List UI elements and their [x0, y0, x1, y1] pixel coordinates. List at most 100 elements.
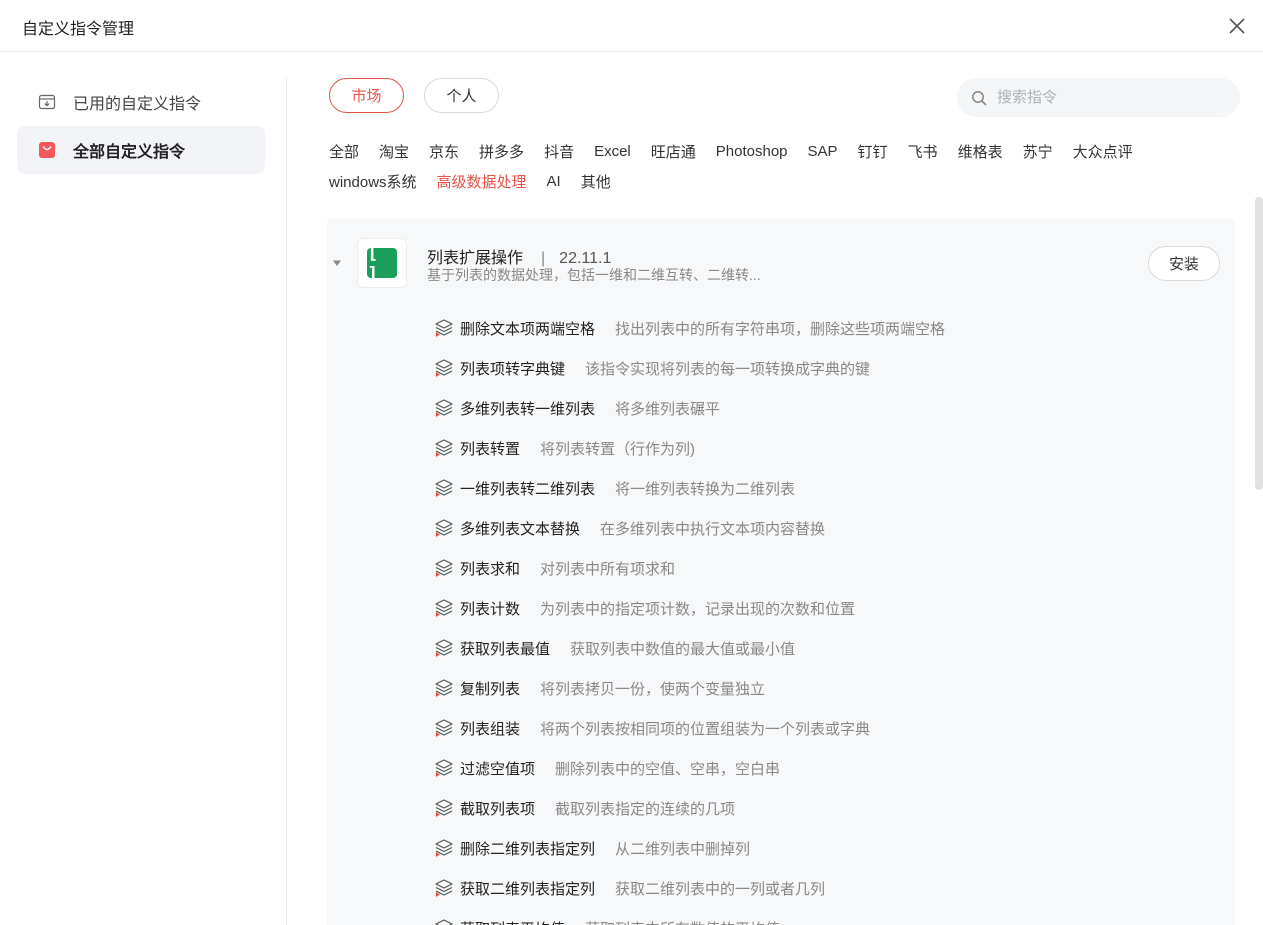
layers-icon: [435, 879, 453, 897]
category-tab[interactable]: Excel: [594, 143, 631, 160]
search-input[interactable]: [997, 89, 1217, 106]
command-description: 在多维列表中执行文本项内容替换: [600, 520, 826, 538]
command-description: 将一维列表转换为二维列表: [615, 480, 796, 498]
layers-icon: [435, 799, 453, 817]
layers-icon: [435, 519, 453, 537]
command-item[interactable]: 获取二维列表指定列 获取二维列表中的一列或者几列: [433, 868, 1233, 908]
category-tab[interactable]: 抖音: [544, 141, 574, 162]
window-title: 自定义指令管理: [22, 21, 135, 38]
layers-icon: [435, 759, 453, 777]
command-description: 将列表转置（行作为列): [540, 440, 696, 458]
layers-icon: [435, 719, 453, 737]
category-tab[interactable]: 大众点评: [1073, 141, 1133, 162]
install-button[interactable]: 安装: [1148, 246, 1220, 281]
command-name: 截取列表项: [460, 800, 536, 818]
sidebar-item-all-commands[interactable]: 全部自定义指令: [17, 126, 265, 174]
command-item[interactable]: 列表转置 将列表转置（行作为列): [433, 428, 1233, 468]
command-description: 将多维列表碾平: [615, 400, 721, 418]
package-panel: [ ] 列表扩展操作 | 22.11.1 基于列表的数据处理，包括一维和二维互转、二…: [327, 218, 1235, 925]
command-item[interactable]: 过滤空值项 删除列表中的空值、空串，空白串: [433, 748, 1233, 788]
category-tab[interactable]: 其他: [581, 171, 611, 192]
category-tab[interactable]: 飞书: [908, 141, 938, 162]
layers-icon: [435, 319, 453, 337]
package-description: 基于列表的数据处理，包括一维和二维互转、二维转...: [427, 267, 761, 283]
layers-icon: [435, 439, 453, 457]
command-name: 获取二维列表指定列: [460, 880, 596, 898]
category-row: windows系统 高级数据处理 AI 其他: [329, 166, 1189, 196]
search-icon: [972, 90, 987, 105]
command-name: 列表组装: [460, 720, 521, 738]
sidebar-item-used-commands[interactable]: 已用的自定义指令: [17, 78, 265, 126]
command-item[interactable]: 删除二维列表指定列 从二维列表中删掉列: [433, 828, 1233, 868]
layers-icon: [435, 639, 453, 657]
package-logo: [ ]: [357, 238, 407, 288]
search-box: [957, 78, 1240, 117]
command-name: 多维列表转一维列表: [460, 400, 596, 418]
command-description: 获取二维列表中的一列或者几列: [615, 880, 826, 898]
command-description: 找出列表中的所有字符串项，删除这些项两端空格: [615, 320, 946, 338]
scrollbar-thumb[interactable]: [1255, 197, 1263, 490]
command-item[interactable]: 删除文本项两端空格 找出列表中的所有字符串项，删除这些项两端空格: [433, 308, 1233, 348]
command-item[interactable]: 一维列表转二维列表 将一维列表转换为二维列表: [433, 468, 1233, 508]
command-name: 删除文本项两端空格: [460, 320, 596, 338]
command-item[interactable]: 获取列表最值 获取列表中数值的最大值或最小值: [433, 628, 1233, 668]
command-name: 删除二维列表指定列: [460, 840, 596, 858]
category-tab[interactable]: windows系统: [329, 171, 417, 192]
command-description: 从二维列表中删掉列: [615, 840, 751, 858]
brackets-icon: [ ]: [367, 241, 397, 285]
command-item[interactable]: 列表求和 对列表中所有项求和: [433, 548, 1233, 588]
tab-market[interactable]: 市场: [329, 78, 404, 113]
category-tab[interactable]: 旺店通: [651, 141, 696, 162]
category-tab[interactable]: 高级数据处理: [437, 171, 527, 192]
command-description: 该指令实现将列表的每一项转换成字典的键: [585, 360, 871, 378]
title-bar: 自定义指令管理: [0, 0, 1263, 52]
layers-icon: [435, 479, 453, 497]
category-row: 全部 淘宝 京东 拼多多 抖音 Excel 旺店通 Photoshop SAP 钉钉 飞书 维格表 苏宁…: [329, 136, 1189, 166]
command-description: 截取列表指定的连续的几项: [555, 800, 736, 818]
command-name: 列表项转字典键: [460, 360, 566, 378]
category-tab[interactable]: 全部: [329, 141, 359, 162]
command-item[interactable]: 截取列表项 截取列表指定的连续的几项: [433, 788, 1233, 828]
category-tab[interactable]: AI: [547, 173, 561, 190]
command-name: 列表转置: [460, 440, 521, 458]
category-tab[interactable]: 维格表: [958, 141, 1003, 162]
command-description: 将列表拷贝一份，使两个变量独立: [540, 680, 766, 698]
command-item[interactable]: 列表计数 为列表中的指定项计数，记录出现的次数和位置: [433, 588, 1233, 628]
command-description: 将两个列表按相同项的位置组装为一个列表或字典: [540, 720, 871, 738]
command-description: 获取列表中数值的最大值或最小值: [570, 640, 796, 658]
category-tab[interactable]: 拼多多: [479, 141, 524, 162]
command-item[interactable]: 列表项转字典键 该指令实现将列表的每一项转换成字典的键: [433, 348, 1233, 388]
command-description: 对列表中所有项求和: [540, 560, 676, 578]
command-name: 获取列表最值: [460, 640, 551, 658]
command-name: 获取列表平均值: [460, 918, 565, 925]
command-item[interactable]: 多维列表转一维列表 将多维列表碾平: [433, 388, 1233, 428]
command-list: 删除文本项两端空格 找出列表中的所有字符串项，删除这些项两端空格列表项转字典键 该指…: [433, 308, 1233, 925]
command-item[interactable]: 复制列表 将列表拷贝一份，使两个变量独立: [433, 668, 1233, 708]
tab-personal[interactable]: 个人: [424, 78, 499, 113]
layers-icon: [435, 599, 453, 617]
command-item[interactable]: 列表组装 将两个列表按相同项的位置组装为一个列表或字典: [433, 708, 1233, 748]
layers-icon: [435, 399, 453, 417]
layers-icon: [435, 839, 453, 857]
command-item[interactable]: 获取列表平均值 获取列表中所有数值的平均值: [433, 908, 1233, 925]
category-tab[interactable]: Photoshop: [716, 143, 788, 160]
command-description: 删除列表中的空值、空串，空白串: [555, 760, 781, 778]
command-item[interactable]: 多维列表文本替换 在多维列表中执行文本项内容替换: [433, 508, 1233, 548]
category-tab[interactable]: 京东: [429, 141, 459, 162]
layers-icon: [435, 359, 453, 377]
command-name: 一维列表转二维列表: [460, 480, 596, 498]
sidebar-item-label: 全部自定义指令: [73, 144, 186, 161]
category-tab[interactable]: 苏宁: [1023, 141, 1053, 162]
command-description: 获取列表中所有数值的平均值: [585, 918, 780, 925]
command-name: 多维列表文本替换: [460, 520, 581, 538]
layers-icon: [435, 919, 453, 925]
close-icon[interactable]: [1225, 14, 1249, 38]
category-tab[interactable]: 钉钉: [858, 141, 888, 162]
collapse-arrow-icon[interactable]: [332, 258, 342, 268]
command-name: 列表计数: [460, 600, 521, 618]
main-content: 市场 个人 全部淘宝京东拼多多抖音 Excel 旺店通 Photoshop SAP 钉钉飞…: [287, 52, 1263, 925]
sidebar-item-label: 已用的自定义指令: [73, 96, 202, 113]
category-tab[interactable]: 淘宝: [379, 141, 409, 162]
category-tab[interactable]: SAP: [808, 143, 838, 160]
command-name: 复制列表: [460, 680, 521, 698]
